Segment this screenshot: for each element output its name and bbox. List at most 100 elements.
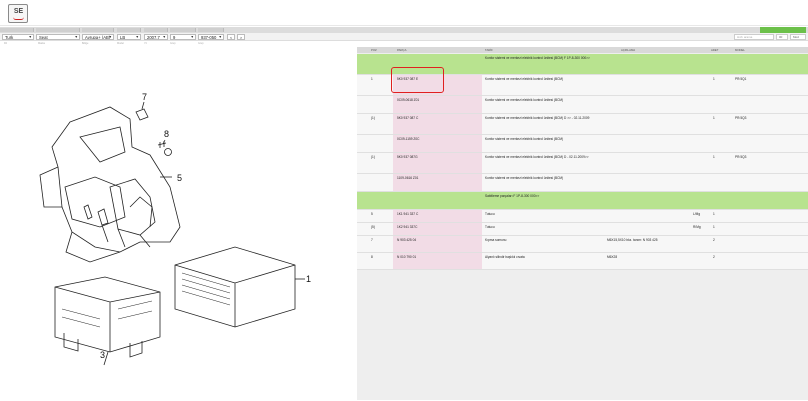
cell-pos: 5 xyxy=(371,212,373,216)
filter-header-cell xyxy=(144,28,168,32)
cell-pos: (1) xyxy=(371,116,375,120)
app-logo[interactable]: SE xyxy=(8,4,28,23)
filter-header-cell xyxy=(170,28,196,32)
cell-desc: Konfor sistemi ve merkezi elektrik kontr… xyxy=(485,77,564,81)
cell-desc: Konfor sistemi ve merkezi elektrik kontr… xyxy=(485,137,564,141)
callout-3[interactable]: 3 xyxy=(100,350,105,360)
exploded-view-drawing xyxy=(39,101,305,366)
cell-part[interactable]: 0C09-0618 Z01 xyxy=(397,98,477,102)
cell-part[interactable]: 5K0 937 087 C xyxy=(397,116,477,120)
filter-header-cell xyxy=(82,28,114,32)
cell-part[interactable]: N 010 790 01 xyxy=(397,255,477,259)
cell-extra: L/Mg xyxy=(693,212,701,216)
cell-desc: Tutucu xyxy=(485,212,495,216)
filter-select-row: Turk ▼ Seat ▼ Avrupa+ (AB) ▼ LB ▼ 2007.7… xyxy=(0,33,808,41)
hint-label: Yıl xyxy=(144,42,147,45)
cell-model: PR:5Q1 xyxy=(735,77,747,81)
table-row[interactable]: (1) 5K0 937 087 C Konfor sistemi ve merkez… xyxy=(357,114,808,134)
chevron-down-icon: ▼ xyxy=(190,35,194,39)
cell-pos: 1 xyxy=(371,77,373,81)
part-group-select[interactable]: 937-050 ▼ xyxy=(198,34,224,40)
bracket-window xyxy=(79,126,126,163)
bracket-arm xyxy=(109,178,156,236)
cell-desc: Alyanlı silindir başlıklı cıvata xyxy=(485,255,525,259)
callout-5[interactable]: 5 xyxy=(177,173,182,183)
cell-qty: 2 xyxy=(713,238,715,242)
filter-header-cell xyxy=(36,28,80,32)
th-qty: ADET xyxy=(711,48,719,52)
cell-part[interactable]: 1K2 941 337C xyxy=(397,225,477,229)
year-select[interactable]: 2007.7 ▼ xyxy=(144,34,168,40)
cell-note: M6X15,5X10 bkz. tanım: N 903 425 xyxy=(607,238,658,242)
cell-qty: 1 xyxy=(713,116,715,120)
cell-part[interactable]: 0C09-1159 Z0C xyxy=(397,137,477,141)
table-row[interactable]: 8 N 010 790 01 Alyanlı silindir başlıklı c… xyxy=(357,253,808,269)
region-select[interactable]: Avrupa+ (AB) ▼ xyxy=(82,34,114,40)
group-select-value: 9 xyxy=(173,35,176,40)
table-row[interactable]: 1109-0616 Z01 Konfor sistemi ve merkezi e… xyxy=(357,174,808,191)
cell-qty: 1 xyxy=(713,212,715,216)
cell-desc: Konfor sistemi ve merkezi elektrik kontr… xyxy=(485,98,564,102)
cell-model: PR:5Q3 xyxy=(735,116,747,120)
cell-part[interactable]: 1K1 941 337 C xyxy=(397,212,477,216)
nut-7 xyxy=(135,108,149,121)
parts-diagram[interactable]: 7 8 5 1 3 xyxy=(0,47,356,400)
next-button[interactable]: > xyxy=(237,34,245,40)
filter-header-cell xyxy=(117,28,141,32)
brand-select-value: Seat xyxy=(39,35,48,40)
search-option-button[interactable]: 00 xyxy=(776,34,788,40)
bracket-base xyxy=(65,231,121,263)
callout-8[interactable]: 8 xyxy=(164,129,169,139)
quick-search-input[interactable]: Hızlı arama xyxy=(734,34,774,40)
row-divider xyxy=(357,269,808,270)
cell-part[interactable]: 5K0 937 087G xyxy=(397,155,477,159)
control-unit-1-pins xyxy=(181,272,231,306)
cell-extra: R/Mg xyxy=(693,225,701,229)
cell-part[interactable]: 1109-0616 Z01 xyxy=(397,176,477,180)
region-select-value: Avrupa+ (AB) xyxy=(85,35,111,40)
th-pos: POZ xyxy=(371,48,377,52)
cell-part[interactable]: N 903 425 04 xyxy=(397,238,477,242)
model-select[interactable]: LB ▼ xyxy=(117,34,141,40)
bracket-slots xyxy=(83,204,109,226)
control-unit-1-edges xyxy=(174,264,296,327)
table-header: POZ PARÇA TARİF AÇIKLAMA ADET MODEL xyxy=(357,47,808,53)
prev-button[interactable]: < xyxy=(227,34,235,40)
model-select-value: LB xyxy=(120,35,126,40)
hint-label: Grup xyxy=(198,42,204,45)
cell-qty: 2 xyxy=(713,255,715,259)
table-row[interactable]: 0C09-1159 Z0C Konfor sistemi ve merkezi e… xyxy=(357,135,808,152)
callout-1[interactable]: 1 xyxy=(306,274,311,284)
th-note: AÇIKLAMA xyxy=(621,48,636,52)
table-row[interactable]: Sabitleme parçaları F 1P-8-300 000>> xyxy=(357,192,808,209)
table-row[interactable]: (5) 1K2 941 337C Tutucu R/Mg 1 xyxy=(357,223,808,235)
chevron-down-icon: ▼ xyxy=(28,35,32,39)
logo-text: SE xyxy=(13,8,24,15)
group-select[interactable]: 9 ▼ xyxy=(170,34,196,40)
language-select[interactable]: Turk ▼ xyxy=(2,34,34,40)
bracket-clip xyxy=(129,196,153,228)
chevron-down-icon: ▼ xyxy=(218,35,222,39)
chevron-down-icon: ▼ xyxy=(74,35,78,39)
hint-label: Bölge xyxy=(82,42,89,45)
cell-desc: Konfor sistemi ve merkezi elektrik kontr… xyxy=(485,116,590,120)
table-row[interactable]: 5 1K1 941 337 C Tutucu L/Mg 1 xyxy=(357,210,808,222)
th-part: PARÇA xyxy=(397,48,407,52)
cell-qty: 1 xyxy=(713,225,715,229)
year-select-value: 2007.7 xyxy=(147,35,160,40)
cell-note: M6X28 xyxy=(607,255,618,259)
table-row[interactable]: (1) 5K0 937 087G Konfor sistemi ve merkezi… xyxy=(357,153,808,173)
table-row[interactable]: 0C09-0618 Z01 Konfor sistemi ve merkezi e… xyxy=(357,96,808,113)
table-row[interactable]: 7 N 903 425 04 Kıpma somunu M6X15,5X10 bkz.… xyxy=(357,236,808,252)
callout-7[interactable]: 7 xyxy=(142,92,147,102)
cell-desc: Tutucu xyxy=(485,225,495,229)
cell-qty: 1 xyxy=(713,155,715,159)
module-3 xyxy=(54,276,161,353)
cell-pos: (5) xyxy=(371,225,375,229)
hint-label: Marka xyxy=(38,42,45,45)
search-mode-button[interactable]: Mod xyxy=(790,34,806,40)
chevron-down-icon: ▼ xyxy=(135,35,139,39)
bolt-8-head xyxy=(164,148,172,156)
chevron-down-icon: ▼ xyxy=(162,35,166,39)
brand-select[interactable]: Seat ▼ xyxy=(36,34,80,40)
